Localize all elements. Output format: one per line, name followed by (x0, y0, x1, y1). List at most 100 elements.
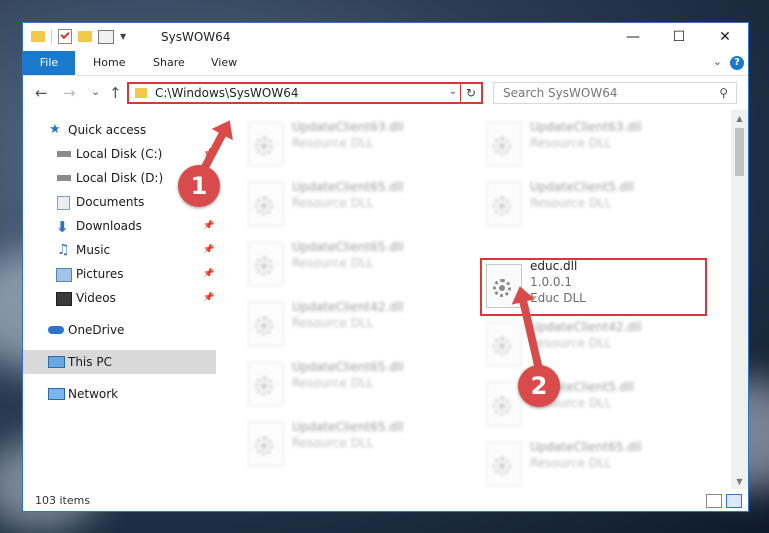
file-item[interactable]: UpdateClient65.dll Resource DLL (478, 438, 698, 488)
file-item[interactable]: UpdateClient42.dll Resource DLL (240, 298, 460, 348)
computer-icon (48, 356, 65, 368)
sidebar-item-pictures[interactable]: Pictures 📌 (23, 262, 216, 286)
tiles-view-icon[interactable] (726, 494, 742, 508)
details-view-icon[interactable] (706, 494, 722, 508)
file-name: UpdateClient63.dll (292, 120, 404, 134)
sidebar-item-music[interactable]: ♫ Music 📌 (23, 238, 216, 262)
expand-ribbon-chevron-icon[interactable]: ⌄ (713, 55, 722, 68)
download-icon: ⬇ (56, 218, 69, 236)
folder-icon (135, 88, 147, 98)
file-description: Resource DLL (530, 196, 612, 210)
folder-icon[interactable] (31, 31, 45, 42)
file-item[interactable]: UpdateClient65.dll Resource DLL (240, 418, 460, 468)
pin-icon[interactable]: 📌 (203, 262, 214, 286)
navigation-bar: ← → ⌄ ↑ C:\Windows\SysWOW64 ⌄ ↻ Search S… (23, 76, 748, 110)
sidebar-item-label: Network (68, 387, 119, 401)
sidebar-item-label: Local Disk (C:) (76, 147, 163, 161)
file-description: Resource DLL (292, 376, 374, 390)
dll-file-icon (248, 242, 284, 286)
file-item[interactable]: UpdateClient5.dll Resource DLL (478, 178, 698, 228)
minimize-button[interactable]: — (610, 23, 656, 51)
file-list: UpdateClient63.dll Resource DLL UpdateCl… (238, 110, 733, 490)
refresh-button[interactable]: ↻ (460, 84, 481, 102)
sidebar-item-onedrive[interactable]: OneDrive (23, 318, 216, 342)
pin-icon[interactable]: 📌 (203, 238, 214, 262)
callout-badge-1: 1 (178, 165, 220, 207)
file-name: UpdateClient42.dll (292, 300, 404, 314)
pin-icon[interactable]: 📌 (203, 214, 214, 238)
new-folder-icon[interactable] (78, 31, 92, 42)
file-item[interactable]: UpdateClient65.dll Resource DLL (240, 238, 460, 288)
search-input[interactable]: Search SysWOW64 (503, 86, 617, 100)
properties-check-icon[interactable] (58, 29, 72, 44)
dll-file-icon (248, 182, 284, 226)
gear-icon (493, 397, 511, 415)
search-icon[interactable]: ⚲ (719, 86, 728, 100)
gear-icon (255, 317, 273, 335)
address-dropdown-chevron-icon[interactable]: ⌄ (449, 86, 457, 97)
file-item[interactable]: UpdateClient63.dll Resource DLL (240, 118, 460, 168)
scroll-thumb[interactable] (735, 128, 744, 176)
sidebar-item-downloads[interactable]: ⬇ Downloads 📌 (23, 214, 216, 238)
sidebar-item-quick-access[interactable]: ★ Quick access (23, 118, 216, 142)
tab-share[interactable]: Share (141, 51, 197, 75)
dll-file-icon (248, 122, 284, 166)
sidebar-item-videos[interactable]: Videos 📌 (23, 286, 216, 310)
dll-file-icon (486, 382, 522, 426)
file-name: UpdateClient63.dll (530, 120, 642, 134)
gear-icon (493, 457, 511, 475)
vertical-scrollbar[interactable]: ▲ ▼ (731, 110, 748, 490)
file-name: UpdateClient65.dll (292, 420, 404, 434)
title-bar: ▼ SysWOW64 — ☐ ✕ (23, 23, 748, 51)
file-item[interactable]: UpdateClient42.dll Resource DLL (478, 318, 698, 368)
properties-icon[interactable] (98, 29, 114, 44)
callout-badge-2: 2 (518, 365, 560, 407)
gear-icon (255, 377, 273, 395)
sidebar-item-label: Videos (76, 291, 116, 305)
back-button[interactable]: ← (35, 84, 48, 102)
sidebar-item-this-pc[interactable]: This PC (23, 350, 216, 374)
maximize-button[interactable]: ☐ (656, 23, 702, 51)
file-item[interactable]: UpdateClient65.dll Resource DLL (240, 178, 460, 228)
scroll-up-icon[interactable]: ▲ (731, 110, 748, 127)
gear-icon (493, 137, 511, 155)
sidebar-item-label: Local Disk (D:) (76, 171, 164, 185)
scroll-down-icon[interactable]: ▼ (731, 473, 748, 490)
tab-home[interactable]: Home (81, 51, 137, 75)
help-icon[interactable]: ? (730, 56, 744, 70)
address-path[interactable]: C:\Windows\SysWOW64 (155, 86, 299, 100)
tab-view[interactable]: View (199, 51, 249, 75)
ribbon-tabs: File Home Share View ⌄ ? (23, 51, 748, 76)
file-name: UpdateClient65.dll (292, 360, 404, 374)
file-name: UpdateClient65.dll (530, 440, 642, 454)
pictures-icon (56, 268, 72, 282)
file-description: Resource DLL (292, 316, 374, 330)
file-item[interactable]: UpdateClient65.dll Resource DLL (240, 358, 460, 408)
file-item[interactable]: UpdateClient63.dll Resource DLL (478, 118, 698, 168)
file-name: UpdateClient5.dll (530, 180, 634, 194)
gear-icon (493, 197, 511, 215)
sidebar-item-network[interactable]: Network (23, 382, 216, 406)
recent-locations-button[interactable]: ⌄ (91, 85, 100, 98)
dll-file-icon (486, 442, 522, 486)
dll-file-icon (486, 122, 522, 166)
file-description: Resource DLL (292, 196, 374, 210)
close-button[interactable]: ✕ (702, 23, 748, 51)
file-name: UpdateClient65.dll (292, 180, 404, 194)
network-icon (48, 388, 65, 400)
forward-button[interactable]: → (63, 84, 76, 102)
item-count: 103 items (35, 494, 91, 507)
customize-toolbar-chevron-icon[interactable]: ▼ (120, 32, 126, 41)
search-box[interactable]: Search SysWOW64 ⚲ (493, 82, 737, 104)
toolbar-divider (51, 29, 52, 44)
pin-icon[interactable]: 📌 (203, 286, 214, 310)
file-name: UpdateClient65.dll (292, 240, 404, 254)
tab-file[interactable]: File (23, 51, 75, 75)
dll-file-icon (248, 302, 284, 346)
sidebar-item-local-disk-c[interactable]: Local Disk (C:) 📌 (23, 142, 216, 166)
up-button[interactable]: ↑ (109, 84, 122, 102)
address-bar[interactable]: C:\Windows\SysWOW64 ⌄ ↻ (127, 82, 483, 104)
drive-icon (57, 151, 71, 157)
file-item[interactable]: UpdateClient5.dll Resource DLL (478, 378, 698, 428)
gear-icon (255, 137, 273, 155)
